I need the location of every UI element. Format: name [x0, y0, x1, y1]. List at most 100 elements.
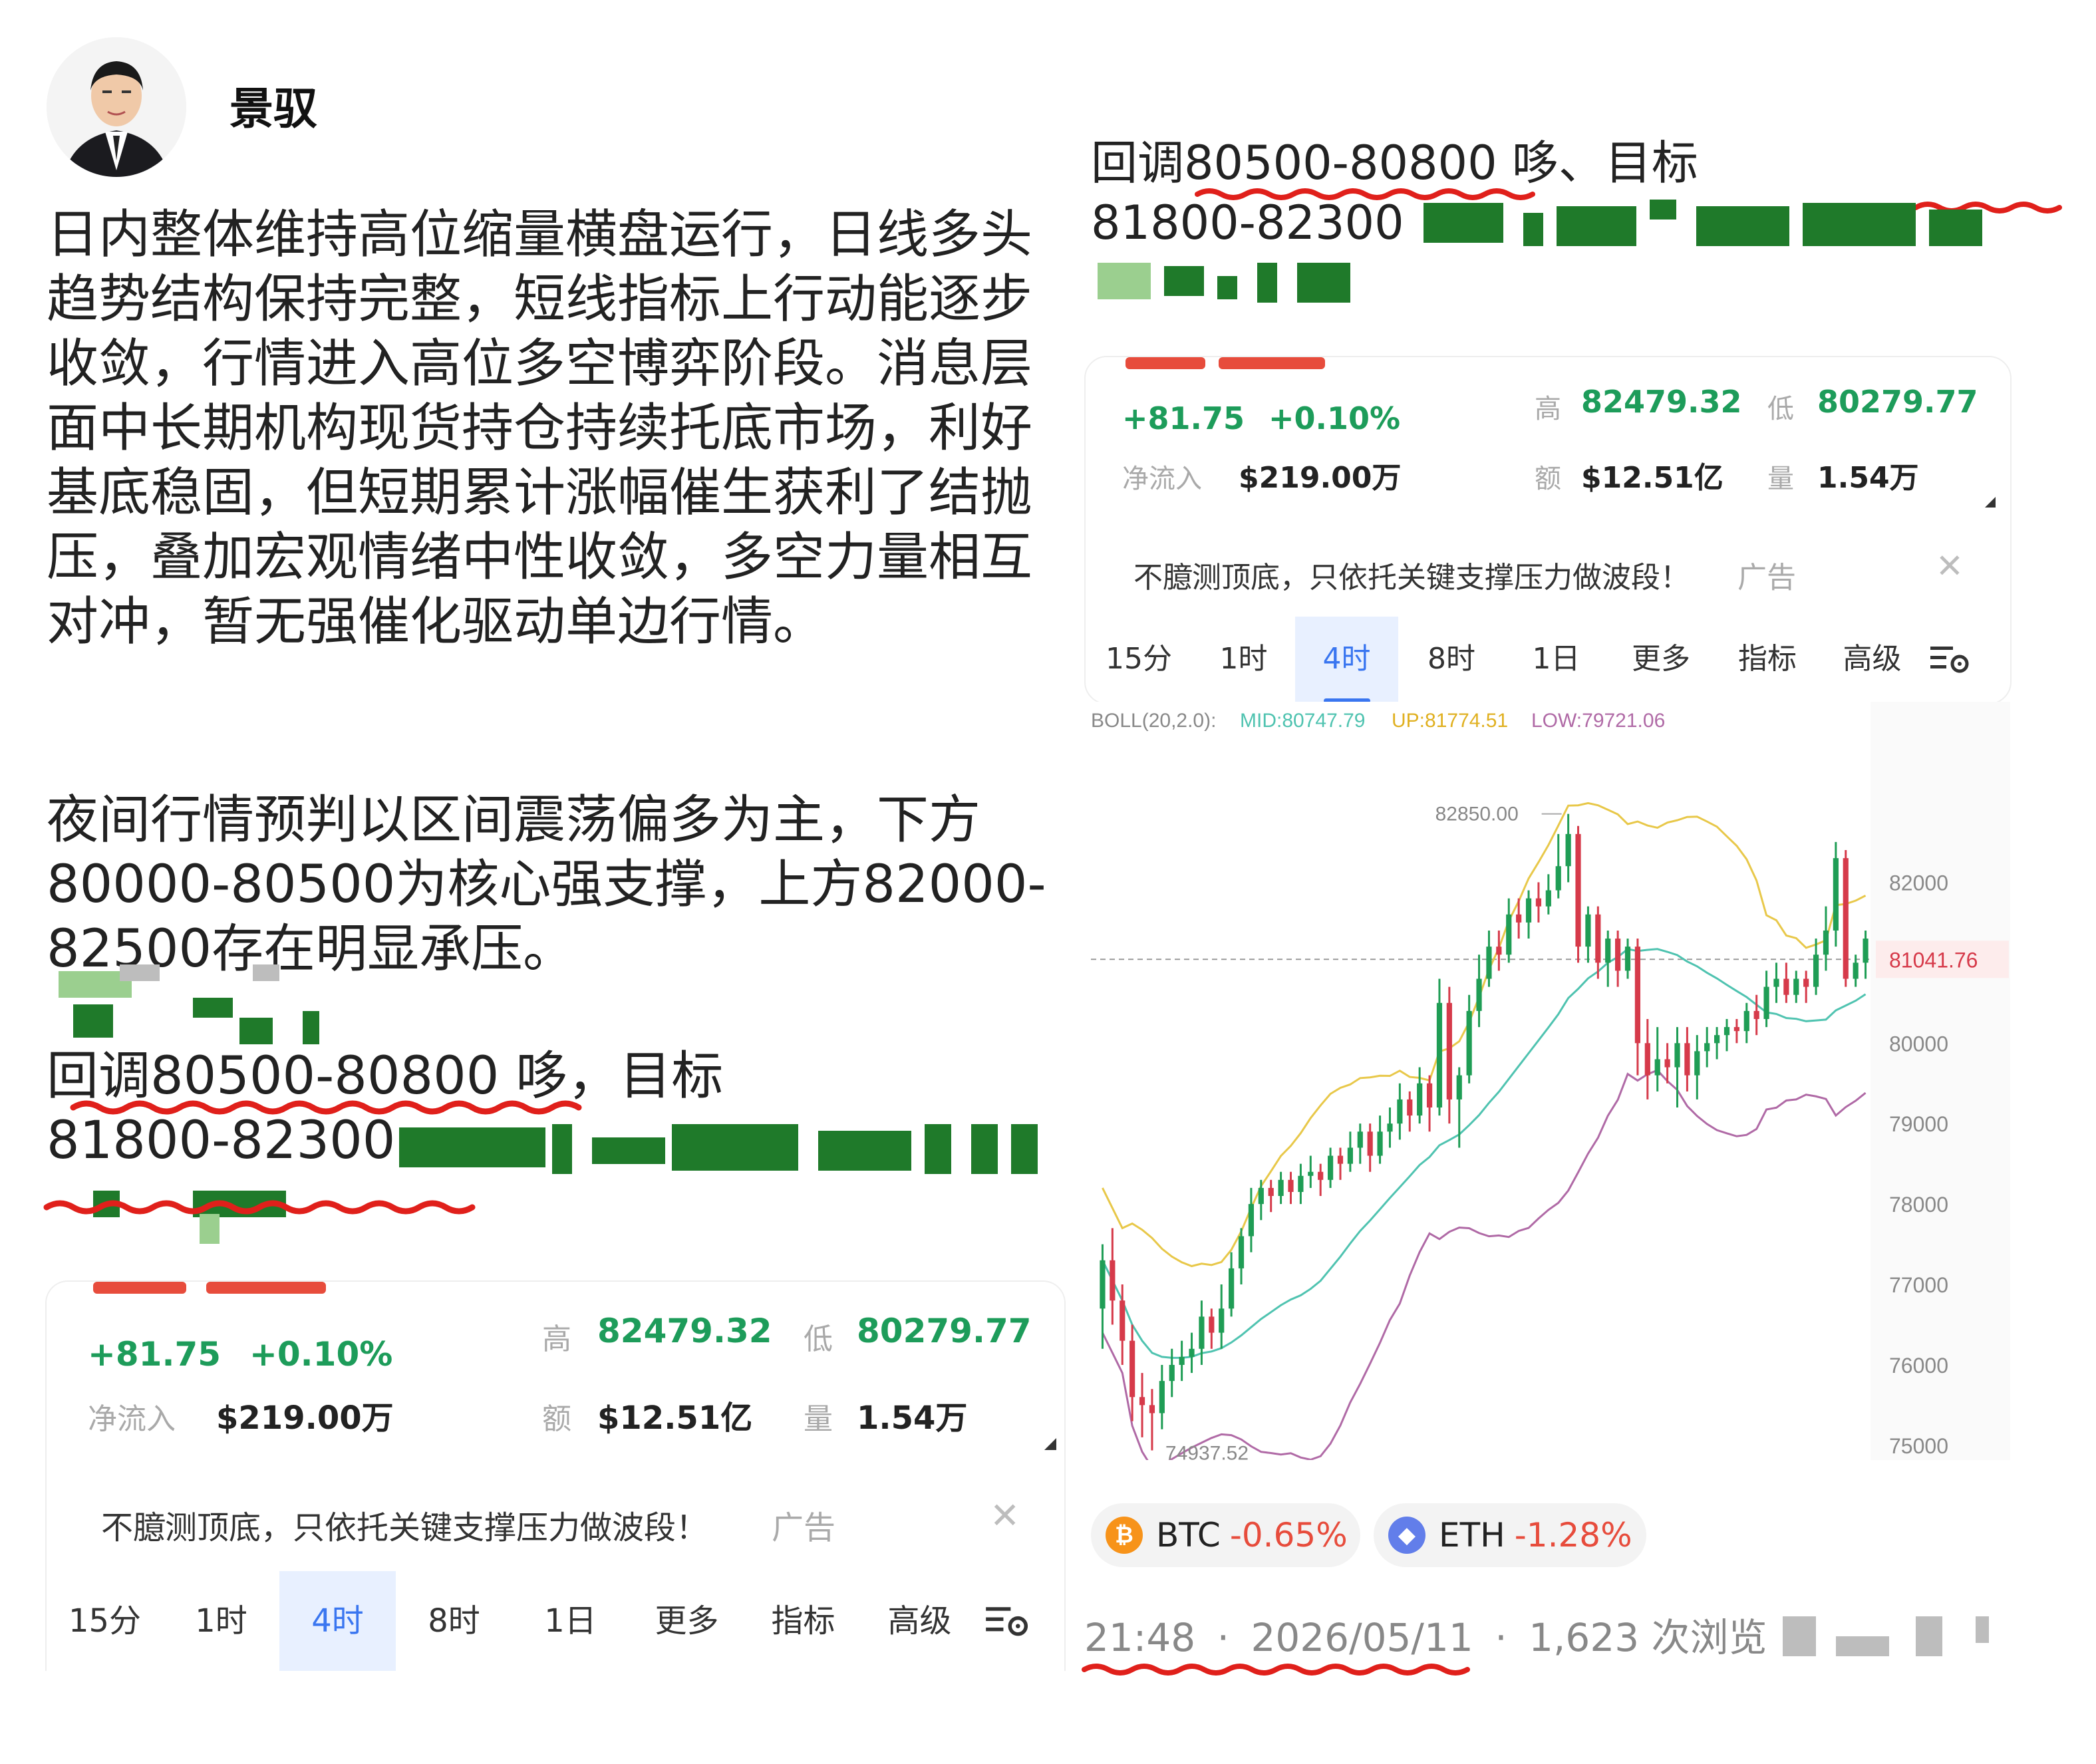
settings-icon[interactable] — [978, 1571, 1038, 1671]
ad-tag: 广告 — [1737, 561, 1796, 595]
ticker-card-right: +81.75 +0.10% 净流入 $219.00万 高 82479.32 低 … — [1084, 356, 2012, 704]
candle-body — [1615, 939, 1621, 971]
y-tick-label: 77000 — [1889, 1273, 1948, 1297]
y-tick-label: 82000 — [1889, 871, 1948, 895]
redacted-mosaic — [1523, 213, 1543, 246]
candle-body — [1496, 947, 1502, 955]
tab-8h[interactable]: 8时 — [1398, 617, 1505, 702]
candle-body — [1714, 1035, 1720, 1044]
y-tick-label: 75000 — [1889, 1434, 1948, 1458]
expand-corner-icon[interactable] — [1044, 1438, 1056, 1450]
candle-body — [1110, 1260, 1116, 1301]
tab-1d[interactable]: 1日 — [512, 1571, 629, 1671]
amount-label: 额 — [542, 1402, 571, 1436]
right-tip-line-1: 回调80500-80800 哆、目标 — [1091, 136, 1698, 190]
change-pct-value: +0.10% — [1269, 400, 1401, 436]
redacted-mosaic — [1836, 1636, 1889, 1656]
candle-body — [1684, 1043, 1690, 1076]
candle-body — [1318, 1171, 1324, 1180]
candle-body — [1634, 947, 1641, 1044]
volume-label: 量 — [804, 1402, 833, 1436]
tab-15m[interactable]: 15分 — [1086, 617, 1192, 702]
redacted-mosaic — [1557, 206, 1636, 246]
tab-4h[interactable]: 4时 — [279, 1571, 396, 1671]
volume-value: 1.54万 — [857, 1399, 968, 1437]
tab-8h[interactable]: 8时 — [396, 1571, 512, 1671]
candlestick-chart[interactable]: BOLL(20,2.0): MID:80747.79 UP:81774.51 LOW:… — [1086, 702, 2010, 1460]
ad-text[interactable]: 不臆测顶底，只依托关键支撑压力做波段！ — [101, 1501, 708, 1548]
y-tick-label: 79000 — [1889, 1112, 1948, 1136]
candle-body — [1525, 898, 1532, 923]
inflow-label: 净流入 — [88, 1402, 176, 1436]
y-tick-label: 76000 — [1889, 1354, 1948, 1378]
timeframe-tabs: 15分 1时 4时 8时 1日 更多 指标 高级 — [47, 1571, 1038, 1671]
tab-15m[interactable]: 15分 — [47, 1571, 163, 1671]
candle-body — [1773, 978, 1779, 987]
candle-body — [1654, 1059, 1660, 1076]
tab-more[interactable]: 更多 — [1608, 617, 1714, 702]
candle-body — [1149, 1405, 1155, 1413]
tab-indicators[interactable]: 指标 — [745, 1571, 861, 1671]
price-fragment — [1219, 357, 1325, 369]
candle-body — [1248, 1204, 1255, 1237]
candle-body — [1674, 1043, 1680, 1068]
settings-icon[interactable] — [1924, 617, 1977, 702]
min-price-label: 74937.52 — [1165, 1442, 1249, 1460]
close-icon[interactable]: ✕ — [1936, 547, 1964, 585]
low-label: 低 — [804, 1322, 833, 1356]
tab-indicators[interactable]: 指标 — [1714, 617, 1821, 702]
change-value: +81.75 — [88, 1335, 222, 1374]
close-icon[interactable]: ✕ — [990, 1495, 1020, 1537]
tab-4h[interactable]: 4时 — [1295, 617, 1398, 702]
amount-value: $12.51亿 — [1581, 461, 1723, 495]
boll-up-label: UP:81774.51 — [1392, 710, 1508, 732]
candle-body — [1506, 914, 1512, 955]
candle-body — [1268, 1187, 1274, 1197]
candle-body — [1813, 955, 1819, 987]
redacted-mosaic — [1916, 1616, 1942, 1656]
candle-body — [1298, 1175, 1304, 1192]
candle-body — [1486, 947, 1492, 979]
redacted-mosaic — [1423, 203, 1503, 243]
candle-body — [1426, 1083, 1433, 1107]
redacted-mosaic — [1783, 1616, 1816, 1656]
candle-body — [1743, 1010, 1749, 1032]
tab-1h[interactable]: 1时 — [1192, 617, 1295, 702]
coin-chip-eth[interactable]: ◆ ETH -1.28% — [1374, 1503, 1646, 1567]
candle-body — [1535, 898, 1542, 907]
price-fragment — [1125, 357, 1205, 369]
candle-body — [1545, 890, 1551, 907]
redacted-mosaic — [1929, 210, 1982, 246]
max-price-label: 82850.00 — [1435, 804, 1519, 825]
candle-body — [1159, 1381, 1165, 1413]
candle-body — [1823, 930, 1829, 955]
candle-body — [1337, 1155, 1344, 1164]
ad-text[interactable]: 不臆测顶底，只依托关键支撑压力做波段！ — [1133, 553, 1690, 596]
tab-more[interactable]: 更多 — [629, 1571, 745, 1671]
separator: · — [1217, 1615, 1230, 1660]
amount-value: $12.51亿 — [597, 1399, 753, 1437]
tab-advanced[interactable]: 高级 — [1821, 617, 1924, 702]
post-date: 2026/05/11 — [1251, 1615, 1473, 1660]
candle-body — [1853, 962, 1859, 979]
candle-body — [1624, 947, 1631, 971]
candle-body — [1664, 1059, 1670, 1068]
tab-advanced[interactable]: 高级 — [861, 1571, 978, 1671]
indicator-label: BOLL(20,2.0): — [1091, 710, 1216, 732]
tab-1d[interactable]: 1日 — [1505, 617, 1608, 702]
y-axis-panel — [1871, 702, 2010, 1460]
candle-body — [1555, 866, 1561, 891]
coin-chip-btc[interactable]: ₿ BTC -0.65% — [1091, 1503, 1360, 1567]
expand-corner-icon[interactable] — [1985, 497, 1996, 508]
candle-body — [1476, 978, 1482, 1011]
candle-body — [1843, 858, 1849, 979]
low-value: 80279.77 — [1817, 384, 1978, 420]
tab-1h[interactable]: 1时 — [163, 1571, 279, 1671]
candle-body — [1129, 1340, 1135, 1397]
redacted-mosaic — [1976, 1616, 1989, 1643]
inflow-label: 净流入 — [1122, 464, 1202, 494]
candle-body — [1595, 914, 1601, 963]
candle-body — [1436, 1002, 1443, 1107]
ethereum-icon: ◆ — [1388, 1517, 1425, 1554]
candle-body — [1446, 1002, 1452, 1100]
